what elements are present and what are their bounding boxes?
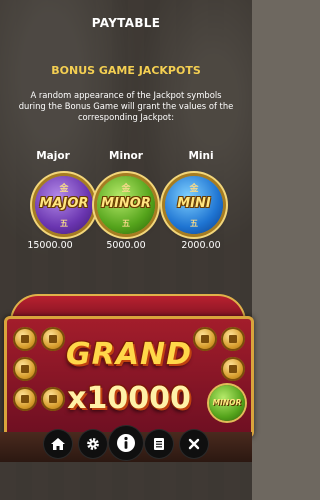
close-button[interactable] <box>180 430 208 458</box>
minor-jackpot-symbol: 金 MINOR 五 <box>97 176 155 234</box>
symbol-bottom-char: 五 <box>60 219 68 228</box>
jackpot-name-mini: Mini <box>188 150 214 162</box>
symbol-label: MINI <box>177 196 211 211</box>
symbol-top-char: 金 <box>121 184 131 194</box>
grand-jackpot-panel: MINOR GRAND x10000 <box>4 316 254 438</box>
grand-title: GRAND <box>66 337 192 372</box>
info-icon <box>117 434 135 452</box>
section-heading: BONUS GAME JACKPOTS <box>51 64 201 77</box>
info-button[interactable] <box>109 426 143 460</box>
home-icon <box>51 438 65 450</box>
page-title: PAYTABLE <box>91 16 161 30</box>
paytable-icon <box>154 438 164 450</box>
symbol-bottom-char: 五 <box>122 219 130 228</box>
jackpot-value-mini: 2000.00 <box>181 240 221 251</box>
settings-button[interactable] <box>79 430 107 458</box>
symbol-top-char: 金 <box>189 184 199 194</box>
jackpot-value-major: 15000.00 <box>27 240 73 251</box>
jackpot-name-major: Major <box>36 150 70 162</box>
jackpot-value-minor: 5000.00 <box>106 240 146 251</box>
grand-multiplier: x10000 <box>67 381 191 416</box>
symbol-bottom-char: 五 <box>190 219 198 228</box>
symbol-label: MINOR <box>101 196 151 211</box>
close-icon <box>188 438 200 450</box>
major-jackpot-symbol: 金 MAJOR 五 <box>35 176 93 234</box>
symbol-label: MAJOR <box>39 196 89 211</box>
symbol-top-char: 金 <box>59 184 69 194</box>
jackpot-name-minor: Minor <box>109 150 143 162</box>
section-description: A random appearance of the Jackpot symbo… <box>18 90 234 122</box>
paytable-button[interactable] <box>145 430 173 458</box>
gear-icon <box>87 438 99 450</box>
home-button[interactable] <box>44 430 72 458</box>
mini-jackpot-symbol: 金 MINI 五 <box>165 176 223 234</box>
